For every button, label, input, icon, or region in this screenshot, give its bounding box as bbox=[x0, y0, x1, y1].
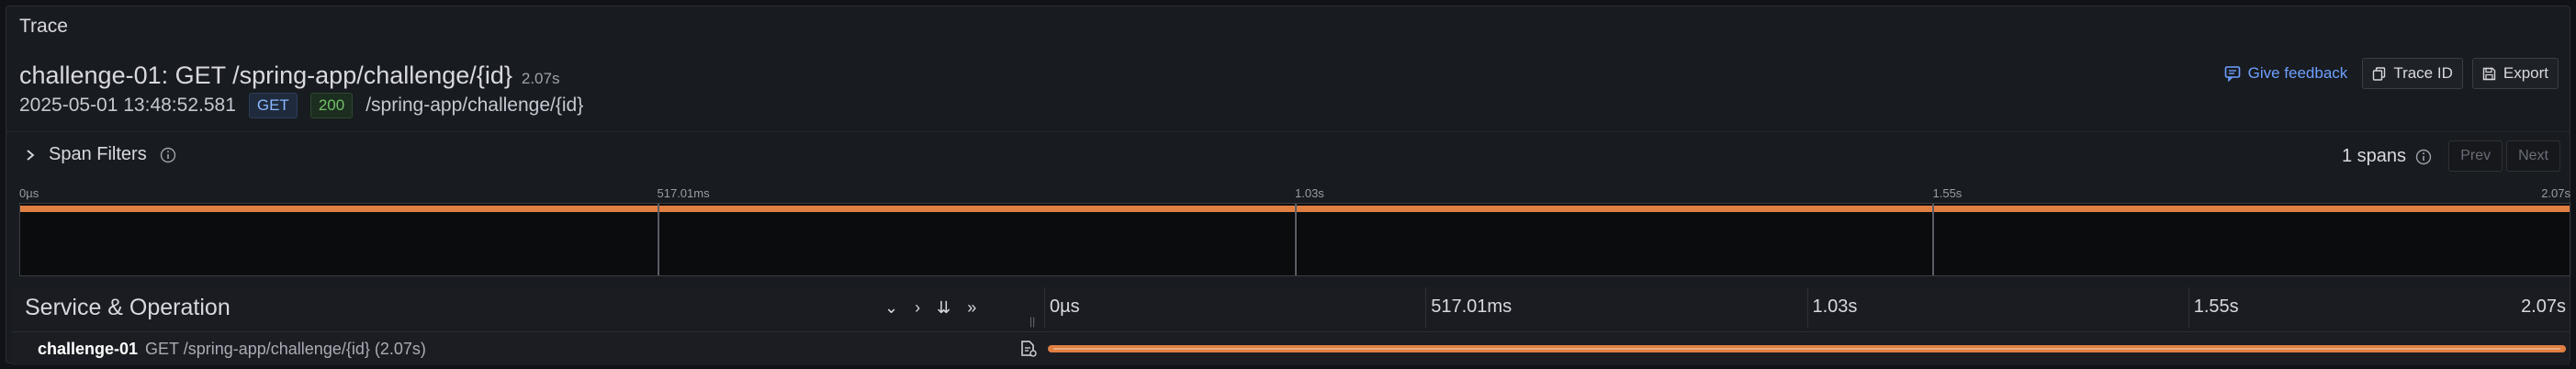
method-badge: GET bbox=[248, 93, 298, 118]
save-icon bbox=[2482, 67, 2496, 81]
span-track bbox=[1044, 332, 2570, 365]
tick-label: 1.55s bbox=[2193, 296, 2239, 317]
panel-title: Trace bbox=[19, 16, 68, 37]
minimap-ticks: 0µs 517.01ms 1.03s 1.55s 2.07s bbox=[19, 186, 2570, 201]
minimap-tick-label: 2.07s bbox=[2541, 186, 2570, 200]
spans-count-label: 1 spans bbox=[2341, 146, 2406, 166]
minimap-grid-line bbox=[1932, 204, 1934, 275]
span-bar[interactable] bbox=[1048, 345, 2566, 352]
span-name[interactable]: challenge-01 GET /spring-app/challenge/{i… bbox=[38, 340, 426, 359]
span-filters-label: Span Filters bbox=[49, 144, 147, 164]
give-feedback-button[interactable]: Give feedback bbox=[2219, 61, 2354, 86]
next-button[interactable]: Next bbox=[2506, 140, 2560, 172]
span-operation-name: GET /spring-app/challenge/{id} (2.07s) bbox=[145, 340, 426, 358]
timeline-ticks: 0µs 517.01ms 1.03s 1.55s 2.07s bbox=[1044, 287, 2570, 328]
export-label: Export bbox=[2503, 64, 2548, 82]
chevron-right-icon bbox=[25, 149, 36, 162]
header-divider bbox=[6, 131, 2570, 132]
tick-line bbox=[1806, 287, 1808, 328]
give-feedback-label: Give feedback bbox=[2247, 64, 2348, 82]
span-service-name: challenge-01 bbox=[38, 340, 139, 358]
minimap-tick-label: 517.01ms bbox=[657, 186, 710, 200]
header-actions: Give feedback Trace ID Export bbox=[2219, 58, 2559, 89]
minimap-tick-label: 1.55s bbox=[1932, 186, 1963, 200]
log-icon[interactable] bbox=[1019, 340, 1038, 363]
tick-line bbox=[1425, 287, 1427, 328]
span-nav-buttons: Prev Next bbox=[2448, 140, 2560, 172]
minimap-grid-line bbox=[658, 204, 659, 275]
minimap-tick-label: 0µs bbox=[19, 186, 39, 200]
trace-panel: Trace challenge-01: GET /spring-app/chal… bbox=[6, 6, 2570, 365]
copy-icon bbox=[2372, 66, 2386, 81]
tick-line bbox=[1044, 287, 1045, 328]
minimap-canvas[interactable] bbox=[19, 203, 2570, 276]
service-operation-title: Service & Operation bbox=[25, 295, 231, 320]
column-resizer[interactable]: || bbox=[1029, 315, 1035, 328]
minimap-grid-line bbox=[1295, 204, 1297, 275]
expand-one-button[interactable]: › bbox=[915, 298, 920, 318]
tick-label: 517.01ms bbox=[1431, 296, 1513, 317]
trace-duration: 2.07s bbox=[521, 70, 560, 87]
trace-minimap[interactable]: 0µs 517.01ms 1.03s 1.55s 2.07s bbox=[19, 186, 2570, 276]
trace-url: /spring-app/challenge/{id} bbox=[366, 95, 584, 116]
tick-line bbox=[2188, 287, 2189, 328]
spans-count: 1 spans bbox=[2342, 146, 2432, 167]
trace-title-text: challenge-01: GET /spring-app/challenge/… bbox=[19, 62, 512, 89]
collapse-all-button[interactable]: ⇊ bbox=[937, 298, 951, 318]
tick-label: 1.03s bbox=[1812, 296, 1858, 317]
minimap-tick-label: 1.03s bbox=[1295, 186, 1324, 200]
collapse-one-button[interactable]: ⌄ bbox=[884, 298, 898, 318]
status-badge: 200 bbox=[309, 93, 354, 118]
info-icon[interactable] bbox=[2415, 149, 2432, 165]
trace-title: challenge-01: GET /spring-app/challenge/… bbox=[19, 62, 559, 90]
info-icon[interactable] bbox=[160, 147, 176, 163]
tick-label: 0µs bbox=[1050, 296, 1080, 317]
prev-button[interactable]: Prev bbox=[2448, 140, 2503, 172]
span-row[interactable]: challenge-01 GET /spring-app/challenge/{i… bbox=[12, 331, 2570, 365]
feedback-icon bbox=[2224, 65, 2241, 82]
trace-id-button[interactable]: Trace ID bbox=[2362, 58, 2463, 89]
trace-id-label: Trace ID bbox=[2393, 64, 2453, 82]
timeline-header: Service & Operation ⌄ › ⇊ » || 0µs 517.0… bbox=[12, 287, 2570, 328]
span-filters-row: Span Filters 1 spans Prev Next bbox=[6, 133, 2570, 181]
tick-label: 2.07s bbox=[2521, 296, 2566, 317]
export-button[interactable]: Export bbox=[2471, 58, 2559, 89]
expand-all-button[interactable]: » bbox=[967, 298, 976, 318]
trace-meta: 2025-05-01 13:48:52.581 GET 200 /spring-… bbox=[19, 93, 583, 118]
span-filters-toggle[interactable]: Span Filters bbox=[25, 144, 176, 165]
collapse-controls: ⌄ › ⇊ » bbox=[884, 298, 976, 318]
trace-start-time: 2025-05-01 13:48:52.581 bbox=[19, 95, 236, 116]
